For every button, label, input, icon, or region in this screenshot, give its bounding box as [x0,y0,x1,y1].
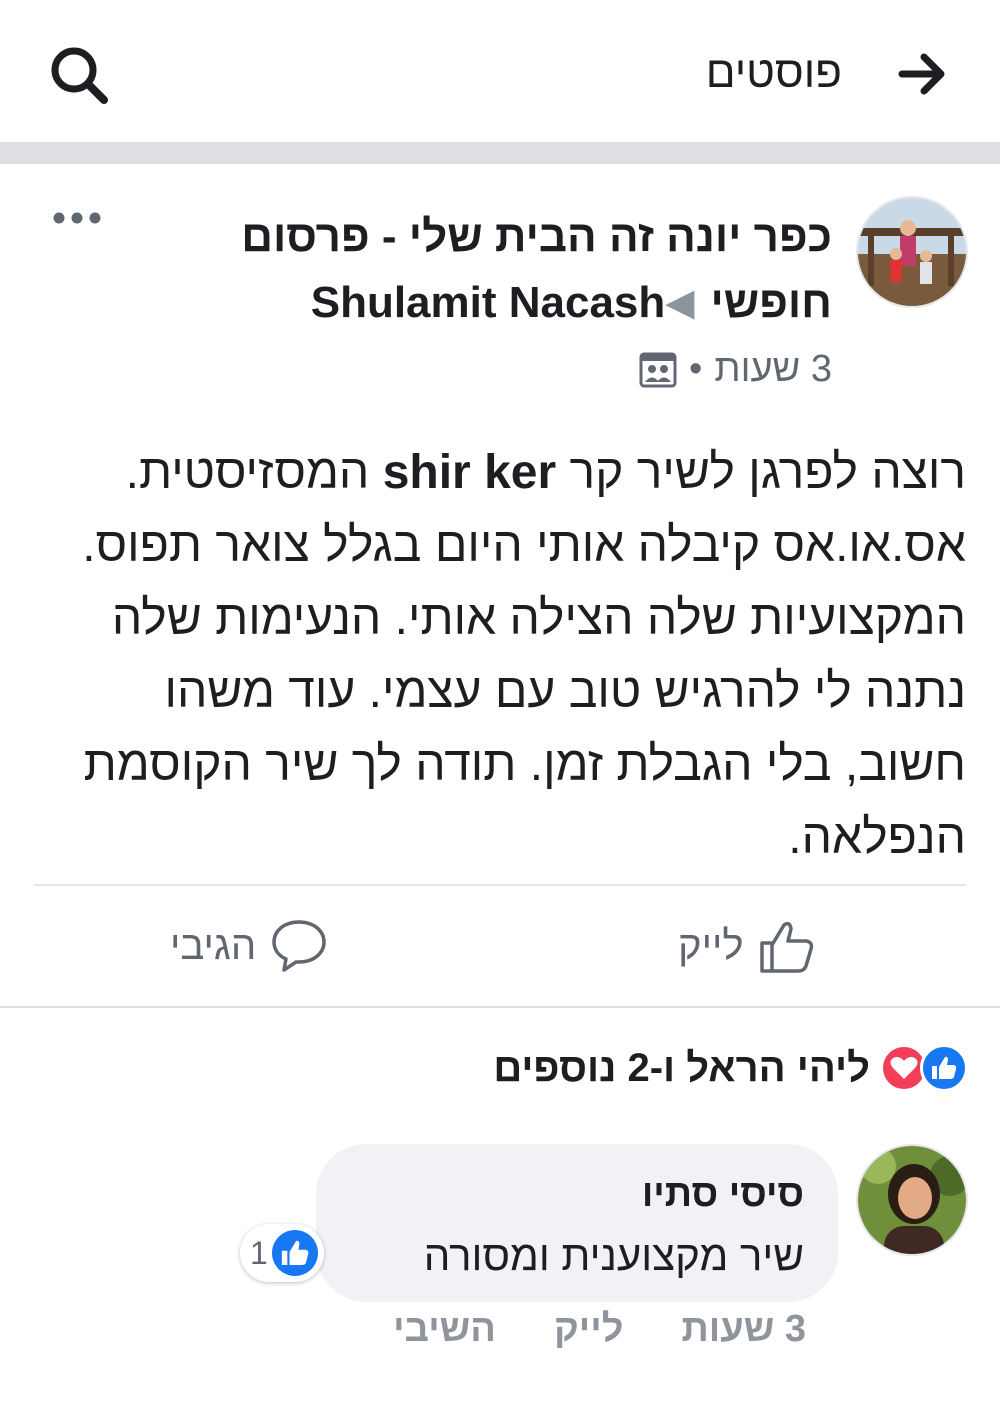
reactions-summary[interactable]: ליהי הראל ו-2 נוספים [493,1044,968,1092]
post-body-prefix: רוצה לפרגן לשיר קר [569,446,966,499]
post-meta: 3 שעות • [639,348,832,391]
comment-label: הגיבי [170,923,257,968]
commenter-avatar[interactable] [856,1144,968,1256]
reaction-icons [880,1044,968,1092]
page-title: פוסטים [705,48,842,97]
more-options-button[interactable] [50,200,104,236]
group-audience-icon [639,352,677,387]
thumbs-up-icon [759,921,813,973]
more-dots-icon [53,212,101,224]
comment-author[interactable]: סיסי סתיו [350,1170,804,1218]
post-author-avatar[interactable] [856,196,968,308]
post-body: רוצה לפרגן לשיר קר shir ker המסזיסטית. א… [46,436,966,874]
meta-separator: • [689,348,703,390]
like-label: לייק [678,923,744,968]
comment-actions: 3 שעות לייק השיבי [393,1308,806,1351]
reactions-text: ליהי הראל ו-2 נוספים [493,1045,870,1090]
search-icon [51,47,108,104]
mention-link[interactable]: shir ker [383,446,556,499]
comment-time[interactable]: 3 שעות [681,1308,806,1351]
comment-text: שיר מקצוענית ומסורה [423,1232,804,1279]
post-body-text: המסזיסטית. אס.או.אס קיבלה אותי היום בגלל… [82,446,966,864]
top-bar: פוסטים [0,0,1000,142]
comment-bubble-icon [272,920,326,972]
avatar-photo [858,198,966,306]
comment-bubble[interactable]: סיסי סתיו שיר מקצוענית ומסורה [316,1144,838,1302]
header-divider [0,142,1000,164]
back-button[interactable] [892,44,952,104]
like-icon [271,1230,318,1276]
comment-like-count-badge[interactable]: 1 [240,1224,324,1282]
search-button[interactable] [44,40,114,110]
actions-divider [0,1006,1000,1008]
comment-like-button[interactable]: לייק [554,1308,624,1351]
like-button[interactable]: לייק [678,910,816,982]
arrow-right-icon [898,53,945,95]
like-icon [920,1044,968,1092]
post-time[interactable]: 3 שעות [714,348,832,391]
triangle-arrow-icon: ◀ [665,282,695,324]
post-divider [34,884,966,886]
comment-like-count: 1 [250,1234,268,1271]
post-header-text: כפר יונה זה הבית שלי - פרסום חופשי◀Shula… [172,204,832,336]
post-author-link[interactable]: Shulamit Nacash [311,278,666,327]
comment-button[interactable]: הגיבי [170,910,328,982]
comment-reply-button[interactable]: השיבי [393,1308,496,1351]
avatar-photo [858,1146,966,1254]
